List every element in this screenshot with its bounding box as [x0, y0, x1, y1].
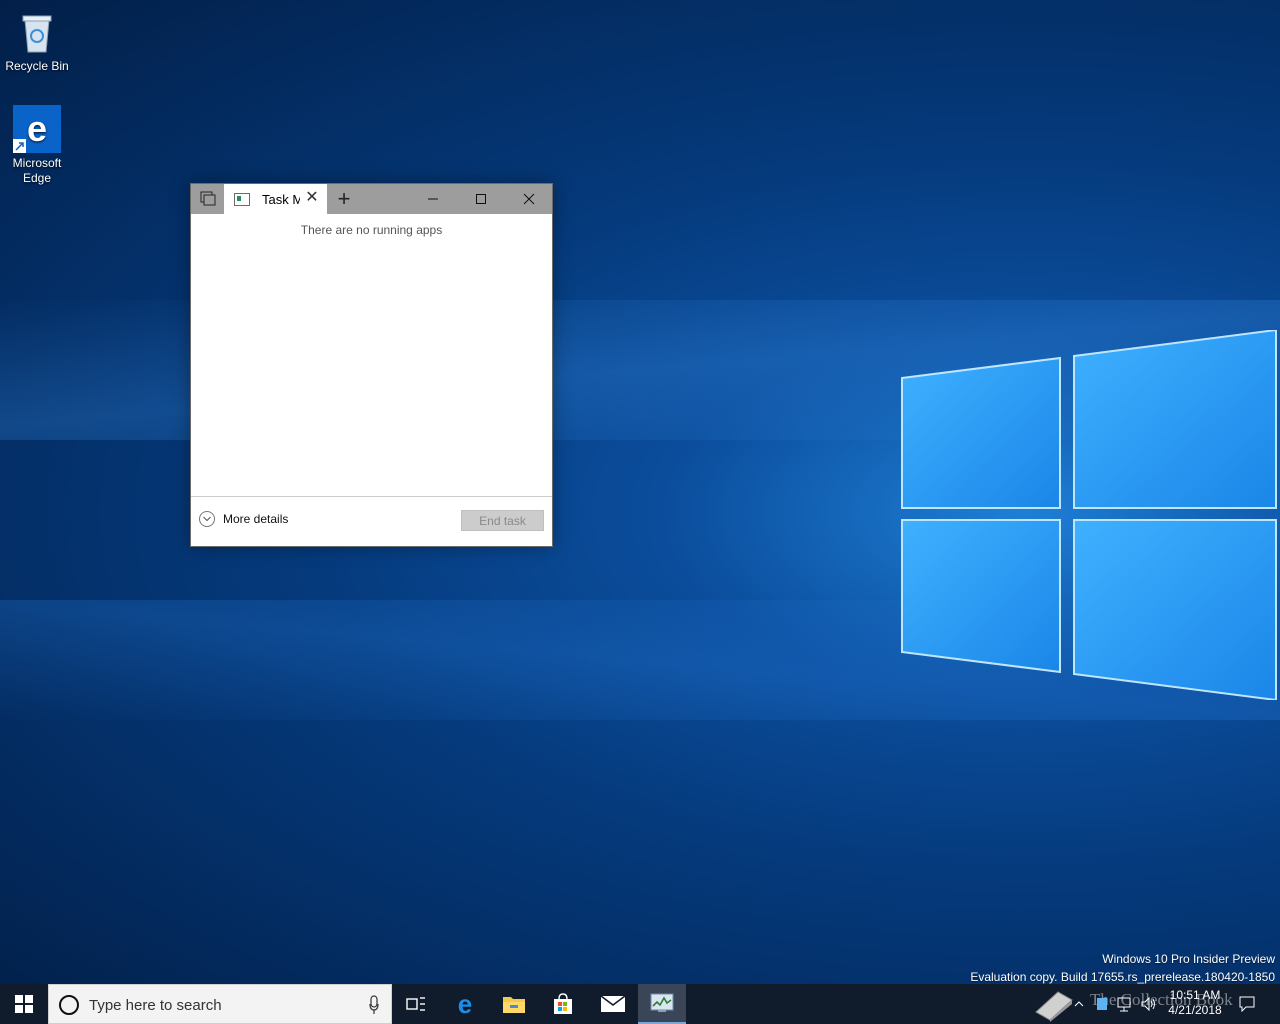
task-manager-tab-icon — [234, 192, 250, 206]
svg-text:e: e — [27, 108, 47, 149]
watermark-line-1: Windows 10 Pro Insider Preview — [1102, 952, 1275, 966]
notification-icon — [1239, 996, 1255, 1012]
task-manager-window[interactable]: Task M ✕ + There are no running apps Mor… — [190, 183, 553, 547]
desktop-icon-label: Microsoft Edge — [12, 156, 62, 185]
tab-label: Task M — [262, 191, 300, 207]
volume-icon — [1141, 996, 1155, 1012]
maximize-icon — [476, 194, 486, 204]
tray-app-button[interactable] — [1092, 984, 1112, 1024]
desktop-icon-label: Recycle Bin — [5, 59, 69, 73]
cortana-icon — [59, 995, 79, 1015]
taskbar-task-manager-button[interactable] — [638, 984, 686, 1024]
taskbar: Type here to search e The Collection Boo… — [0, 984, 1280, 1024]
new-tab-button[interactable]: + — [331, 186, 357, 212]
title-bar[interactable]: Task M ✕ + — [191, 184, 552, 214]
task-view-icon — [406, 997, 425, 1011]
process-list: There are no running apps — [191, 214, 552, 497]
svg-text:e: e — [458, 992, 472, 1016]
set-aside-tabs-button[interactable] — [191, 184, 224, 214]
search-placeholder: Type here to search — [89, 997, 222, 1014]
network-button[interactable] — [1114, 984, 1136, 1024]
more-details-button[interactable]: More details — [199, 511, 288, 527]
microphone-icon[interactable] — [369, 995, 379, 1015]
store-icon — [554, 993, 572, 1014]
chevron-down-icon — [199, 511, 215, 527]
volume-button[interactable] — [1138, 984, 1160, 1024]
minimize-button[interactable] — [409, 184, 457, 214]
show-hidden-icons-button[interactable] — [1070, 984, 1088, 1024]
start-button[interactable] — [0, 984, 48, 1024]
chevron-up-icon — [1074, 1001, 1084, 1007]
desktop-icon-recycle-bin[interactable]: Recycle Bin — [0, 8, 74, 74]
file-explorer-icon — [503, 997, 525, 1013]
maximize-button[interactable] — [457, 184, 505, 214]
close-tab-icon[interactable]: ✕ — [305, 190, 319, 206]
taskbar-store-button[interactable] — [539, 984, 587, 1024]
action-center-button[interactable] — [1234, 984, 1260, 1024]
taskbar-edge-button[interactable]: e — [441, 984, 489, 1024]
edge-icon: e — [13, 105, 61, 153]
more-details-label: More details — [223, 512, 289, 526]
taskbar-mail-button[interactable] — [589, 984, 637, 1024]
tray-app-icon — [1097, 998, 1107, 1010]
tabs-icon — [200, 191, 215, 206]
windows-logo-wallpaper — [901, 330, 1277, 700]
build-watermark: Windows 10 Pro Insider Preview Evaluatio… — [970, 950, 1275, 986]
mail-icon — [600, 995, 626, 1012]
windows-start-icon — [15, 995, 33, 1013]
clock-date: 4/21/2018 — [1168, 1003, 1222, 1017]
end-task-button[interactable]: End task — [461, 510, 544, 531]
recycle-bin-icon — [13, 8, 61, 56]
system-clock[interactable]: 10:51 AM 4/21/2018 — [1160, 988, 1230, 1018]
close-icon — [523, 193, 535, 205]
search-box[interactable]: Type here to search — [48, 984, 392, 1024]
task-view-button[interactable] — [392, 984, 440, 1024]
close-button[interactable] — [505, 184, 553, 214]
minimize-icon — [428, 198, 438, 200]
clock-time: 10:51 AM — [1169, 988, 1221, 1002]
network-icon — [1117, 997, 1131, 1012]
empty-message: There are no running apps — [300, 223, 443, 237]
taskbar-file-explorer-button[interactable] — [490, 984, 538, 1024]
tab-task-manager[interactable]: Task M ✕ — [224, 184, 327, 214]
footer: More details End task — [191, 496, 552, 546]
task-manager-icon — [650, 993, 674, 1012]
desktop-icon-microsoft-edge[interactable]: e Microsoft Edge — [0, 105, 74, 186]
edge-icon: e — [458, 992, 472, 1016]
